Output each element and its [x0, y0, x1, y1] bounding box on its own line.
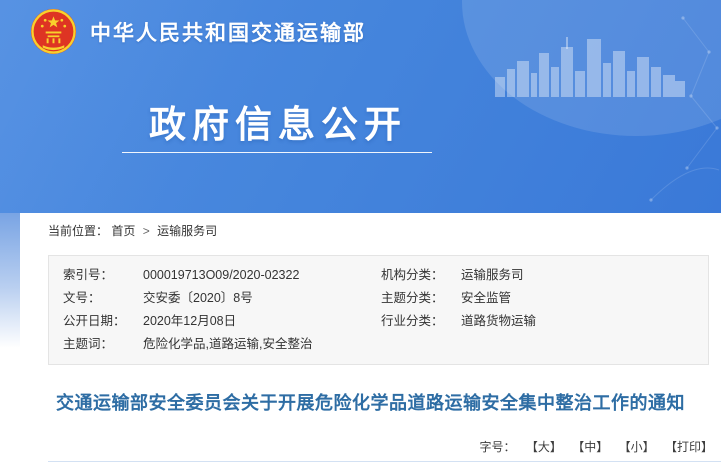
- page-title: 政府信息公开: [0, 94, 556, 148]
- meta-value-topic: 安全监管: [461, 287, 708, 310]
- site-header: 中华人民共和国交通运输部 政府信息公开: [0, 0, 721, 213]
- breadcrumb-separator: >: [143, 224, 150, 238]
- content-divider: [48, 461, 721, 462]
- topbar: 中华人民共和国交通运输部: [30, 8, 366, 55]
- meta-label-topic: 主题分类：: [381, 287, 461, 310]
- meta-value-index: 000019713O09/2020-02322: [143, 264, 381, 287]
- banner-underline: [122, 152, 432, 153]
- table-row: 主题词： 危险化学品,道路运输,安全整治: [63, 333, 708, 356]
- document-meta-table: 索引号： 000019713O09/2020-02322 机构分类： 运输服务司…: [48, 255, 709, 365]
- meta-label-org: 机构分类：: [381, 264, 461, 287]
- font-size-controls: 字号： 【大】 【中】 【小】 【打印】: [20, 439, 721, 455]
- table-row: 索引号： 000019713O09/2020-02322 机构分类： 运输服务司: [63, 264, 708, 287]
- meta-value-industry: 道路货物运输: [461, 310, 708, 333]
- font-size-medium-button[interactable]: 【中】: [572, 440, 608, 454]
- content-panel: 当前位置： 首页 > 运输服务司 索引号： 000019713O09/2020-…: [20, 213, 721, 474]
- font-size-small-button[interactable]: 【小】: [619, 440, 655, 454]
- meta-label-industry: 行业分类：: [381, 310, 461, 333]
- article-title: 交通运输部安全委员会关于开展危险化学品道路运输安全集中整治工作的通知: [54, 389, 687, 419]
- breadcrumb: 当前位置： 首页 > 运输服务司: [20, 213, 721, 240]
- left-gradient-strip: [0, 213, 20, 348]
- constellation-decoration: [591, 0, 721, 213]
- table-row: 文号： 交安委〔2020〕8号 主题分类： 安全监管: [63, 287, 708, 310]
- breadcrumb-section-link[interactable]: 运输服务司: [157, 224, 217, 238]
- meta-value-org: 运输服务司: [461, 264, 708, 287]
- meta-label-docnum: 文号：: [63, 287, 143, 310]
- meta-label-index: 索引号：: [63, 264, 143, 287]
- meta-value-date: 2020年12月08日: [143, 310, 381, 333]
- breadcrumb-label: 当前位置：: [48, 224, 108, 238]
- print-button[interactable]: 【打印】: [665, 440, 713, 454]
- table-row: 公开日期： 2020年12月08日 行业分类： 道路货物运输: [63, 310, 708, 333]
- site-name: 中华人民共和国交通运输部: [90, 17, 366, 47]
- meta-label-keywords: 主题词：: [63, 333, 143, 356]
- national-emblem-icon: [30, 8, 77, 55]
- meta-label-date: 公开日期：: [63, 310, 143, 333]
- meta-value-docnum: 交安委〔2020〕8号: [143, 287, 381, 310]
- breadcrumb-home-link[interactable]: 首页: [111, 224, 135, 238]
- font-size-label: 字号：: [480, 440, 516, 454]
- font-size-large-button[interactable]: 【大】: [526, 440, 562, 454]
- meta-value-keywords: 危险化学品,道路运输,安全整治: [143, 333, 381, 356]
